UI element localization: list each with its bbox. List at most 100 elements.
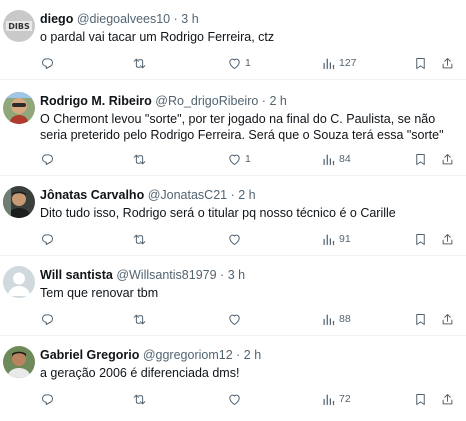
retweet-button[interactable]	[132, 55, 150, 71]
retweet-button[interactable]	[132, 151, 150, 167]
bookmark-button[interactable]	[413, 391, 428, 407]
like-button[interactable]	[227, 311, 245, 327]
views-count: 88	[339, 313, 351, 325]
svg-text:DIBS: DIBS	[8, 22, 30, 31]
reply-header: Will santista @Willsantis81979 · 3 h	[40, 266, 245, 284]
dot-separator: ·	[230, 188, 235, 202]
author-name[interactable]: Rodrigo M. Ribeiro	[40, 94, 152, 108]
views-button[interactable]: 91	[321, 231, 351, 247]
avatar[interactable]	[3, 346, 35, 378]
heart-icon	[229, 394, 240, 405]
action-bar: 72	[40, 391, 466, 407]
reply-header: Jônatas Carvalho @JonatasC21 · 2 h	[40, 186, 256, 204]
share-icon	[442, 313, 453, 324]
share-icon	[442, 57, 453, 68]
heart-icon	[229, 314, 240, 325]
avatar[interactable]: DIBS	[3, 10, 35, 42]
views-count: 91	[339, 233, 351, 245]
replies-feed: DIBS diego @diegoalvees10 · 3 h o pardal…	[0, 0, 466, 421]
bookmark-icon	[416, 313, 425, 325]
author-handle[interactable]: @JonatasC21	[148, 188, 227, 202]
views-button[interactable]: 84	[321, 151, 351, 167]
like-count: 1	[245, 153, 251, 165]
reply-text: Dito tudo isso, Rodrigo será o titular p…	[40, 206, 396, 220]
reply-text: a geração 2006 é diferenciada dms!	[40, 366, 240, 380]
share-button[interactable]	[440, 151, 455, 167]
views-button[interactable]: 88	[321, 311, 351, 327]
retweet-button[interactable]	[132, 391, 150, 407]
avatar[interactable]	[3, 266, 35, 298]
timestamp[interactable]: 3 h	[228, 268, 245, 282]
heart-icon	[229, 234, 240, 245]
timestamp[interactable]: 2 h	[269, 94, 286, 108]
reply-item[interactable]: Gabriel Gregorio @ggregoriom12 · 2 h a g…	[0, 336, 466, 421]
share-button[interactable]	[440, 55, 455, 71]
share-button[interactable]	[440, 391, 455, 407]
like-button[interactable]: 1	[227, 151, 251, 167]
reply-text: Tem que renovar tbm	[40, 286, 159, 300]
action-bar: 1 84	[40, 151, 466, 167]
reply-button[interactable]	[40, 151, 58, 167]
reply-icon	[42, 393, 53, 405]
like-button[interactable]	[227, 231, 245, 247]
views-count: 84	[339, 153, 351, 165]
like-button[interactable]	[227, 391, 245, 407]
bookmark-button[interactable]	[413, 231, 428, 247]
author-handle[interactable]: @diegoalvees10	[77, 12, 170, 26]
retweet-icon	[133, 314, 146, 324]
reply-icon	[42, 153, 53, 165]
author-handle[interactable]: @Willsantis81979	[116, 268, 216, 282]
retweet-button[interactable]	[132, 231, 150, 247]
reply-icon	[42, 313, 53, 325]
bookmark-icon	[416, 393, 425, 405]
reply-button[interactable]	[40, 55, 58, 71]
like-count: 1	[245, 57, 251, 69]
retweet-icon	[133, 394, 146, 404]
author-name[interactable]: Jônatas Carvalho	[40, 188, 144, 202]
views-icon	[323, 394, 335, 405]
views-count: 72	[339, 393, 351, 405]
bookmark-icon	[416, 57, 425, 69]
author-handle[interactable]: @ggregoriom12	[143, 348, 233, 362]
bookmark-button[interactable]	[413, 311, 428, 327]
heart-icon	[229, 58, 240, 69]
reply-item[interactable]: DIBS diego @diegoalvees10 · 3 h o pardal…	[0, 0, 466, 80]
avatar[interactable]	[3, 186, 35, 218]
share-button[interactable]	[440, 231, 455, 247]
reply-item[interactable]: Will santista @Willsantis81979 · 3 h Tem…	[0, 256, 466, 336]
author-handle[interactable]: @Ro_drigoRibeiro	[155, 94, 258, 108]
heart-icon	[229, 154, 240, 165]
like-button[interactable]: 1	[227, 55, 251, 71]
views-icon	[323, 234, 335, 245]
views-button[interactable]: 127	[321, 55, 357, 71]
bookmark-button[interactable]	[413, 151, 428, 167]
views-icon	[323, 154, 335, 165]
reply-icon	[42, 57, 53, 69]
timestamp[interactable]: 3 h	[181, 12, 198, 26]
share-button[interactable]	[440, 311, 455, 327]
action-bar: 88	[40, 311, 466, 327]
reply-item[interactable]: Jônatas Carvalho @JonatasC21 · 2 h Dito …	[0, 176, 466, 256]
views-icon	[323, 314, 335, 325]
author-name[interactable]: Will santista	[40, 268, 113, 282]
retweet-button[interactable]	[132, 311, 150, 327]
retweet-icon	[133, 58, 146, 68]
reply-button[interactable]	[40, 391, 58, 407]
reply-header: diego @diegoalvees10 · 3 h	[40, 10, 199, 28]
reply-text: O Chermont levou "sorte", por ter jogado…	[40, 112, 444, 142]
dot-separator: ·	[236, 348, 241, 362]
dot-separator: ·	[173, 12, 178, 26]
reply-button[interactable]	[40, 231, 58, 247]
reply-item[interactable]: Rodrigo M. Ribeiro @Ro_drigoRibeiro · 2 …	[0, 80, 466, 176]
dot-separator: ·	[220, 268, 225, 282]
timestamp[interactable]: 2 h	[238, 188, 255, 202]
reply-button[interactable]	[40, 311, 58, 327]
bookmark-button[interactable]	[413, 55, 428, 71]
reply-header: Gabriel Gregorio @ggregoriom12 · 2 h	[40, 346, 261, 364]
author-name[interactable]: Gabriel Gregorio	[40, 348, 139, 362]
author-name[interactable]: diego	[40, 12, 73, 26]
timestamp[interactable]: 2 h	[244, 348, 261, 362]
avatar[interactable]	[3, 92, 35, 124]
views-button[interactable]: 72	[321, 391, 351, 407]
share-icon	[442, 393, 453, 404]
